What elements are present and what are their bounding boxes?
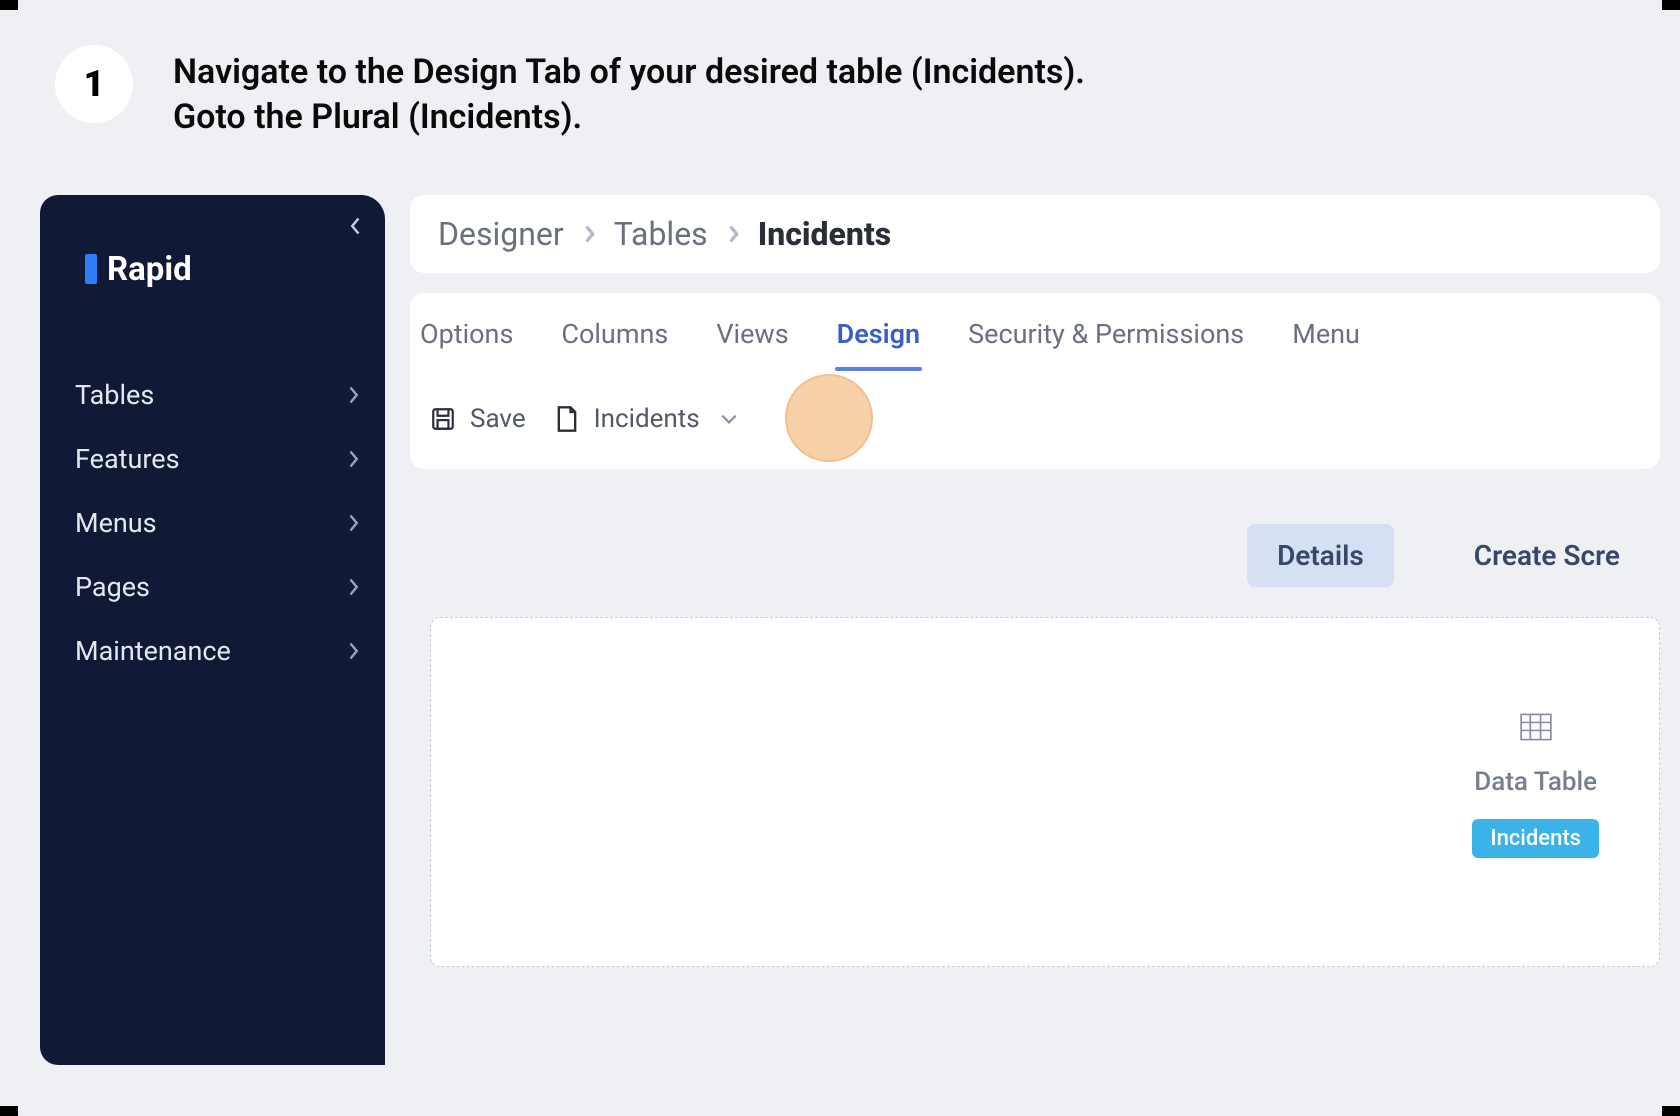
sidebar-logo: Rapid (40, 250, 385, 379)
chevron-left-icon (349, 216, 363, 236)
chevron-right-icon (346, 449, 360, 469)
widget-tag: Incidents (1472, 819, 1599, 858)
data-table-widget[interactable]: Data Table Incidents (1472, 713, 1599, 858)
sidebar-item-label: Maintenance (75, 635, 231, 667)
incidents-dropdown[interactable]: Incidents (554, 404, 738, 434)
toolbar-row: Save Incidents (410, 374, 1660, 469)
canvas-background (410, 967, 1660, 1065)
save-icon (430, 406, 456, 432)
sidebar-item-features[interactable]: Features (75, 443, 360, 475)
logo-mark-icon (85, 254, 97, 284)
sidebar-item-pages[interactable]: Pages (75, 571, 360, 603)
design-canvas[interactable]: Data Table Incidents (430, 617, 1660, 967)
sidebar-item-menus[interactable]: Menus (75, 507, 360, 539)
widget-label: Data Table (1474, 767, 1597, 797)
sidebar: Rapid Tables Features Menus Pages (40, 195, 385, 1065)
sidebar-item-label: Menus (75, 507, 157, 539)
save-label: Save (470, 404, 526, 434)
breadcrumb: Designer Tables Incidents (410, 195, 1660, 273)
instruction-row: 1 Navigate to the Design Tab of your des… (30, 40, 1650, 140)
tabs-row: Options Columns Views Design Security & … (410, 293, 1660, 374)
tab-menu[interactable]: Menu (1292, 318, 1360, 355)
sidebar-collapse-button[interactable] (345, 215, 367, 237)
breadcrumb-tables[interactable]: Tables (614, 215, 708, 253)
sidebar-item-label: Pages (75, 571, 150, 603)
main-area: Designer Tables Incidents Options Column… (385, 195, 1660, 1065)
breadcrumb-current: Incidents (758, 215, 892, 253)
save-button[interactable]: Save (430, 404, 526, 434)
chevron-right-icon (346, 513, 360, 533)
step-number-badge: 1 (55, 45, 133, 123)
tab-columns[interactable]: Columns (561, 318, 668, 355)
chevron-right-icon (346, 577, 360, 597)
instruction-line-1: Navigate to the Design Tab of your desir… (173, 50, 1085, 95)
page-wrapper: 1 Navigate to the Design Tab of your des… (0, 0, 1680, 1116)
chevron-right-icon (582, 224, 596, 244)
tab-options[interactable]: Options (420, 318, 513, 355)
tab-views[interactable]: Views (716, 318, 788, 355)
app-container: Rapid Tables Features Menus Pages (40, 195, 1660, 1065)
instruction-line-2: Goto the Plural (Incidents). (173, 95, 1085, 140)
sidebar-item-label: Tables (75, 379, 154, 411)
breadcrumb-designer[interactable]: Designer (438, 215, 564, 253)
sidebar-item-tables[interactable]: Tables (75, 379, 360, 411)
instruction-text: Navigate to the Design Tab of your desir… (173, 40, 1085, 140)
sub-toolbar: Details Create Scre (410, 469, 1660, 617)
chevron-right-icon (726, 224, 740, 244)
tab-security[interactable]: Security & Permissions (968, 318, 1244, 355)
grid-icon (1520, 713, 1552, 745)
sidebar-item-label: Features (75, 443, 180, 475)
content-panel: Options Columns Views Design Security & … (410, 293, 1660, 469)
tab-design[interactable]: Design (837, 318, 920, 355)
sidebar-item-maintenance[interactable]: Maintenance (75, 635, 360, 667)
dropdown-label: Incidents (594, 404, 700, 434)
page-icon (554, 406, 580, 432)
chevron-down-icon (720, 413, 738, 425)
highlight-marker (785, 374, 873, 462)
chevron-right-icon (346, 641, 360, 661)
logo-text: Rapid (107, 250, 192, 289)
sidebar-items: Tables Features Menus Pages Maintenance (40, 379, 385, 667)
create-screen-button[interactable]: Create Scre (1444, 524, 1650, 587)
chevron-right-icon (346, 385, 360, 405)
details-button[interactable]: Details (1247, 524, 1394, 587)
